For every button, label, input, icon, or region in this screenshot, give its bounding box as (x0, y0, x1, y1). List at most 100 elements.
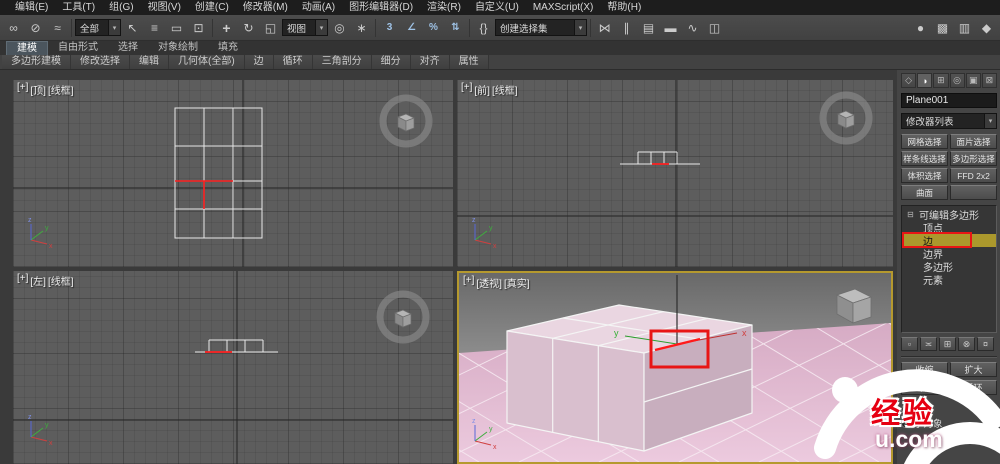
radio-icon[interactable] (901, 404, 910, 414)
ribbon-tab-freeform[interactable]: 自由形式 (48, 41, 108, 55)
angle-snap-icon[interactable]: ∠ (401, 17, 422, 38)
select-and-move-icon[interactable]: + (216, 17, 237, 38)
ribbon-toggle-icon[interactable]: ▬ (660, 17, 681, 38)
select-by-name-icon[interactable]: ≡ (144, 17, 165, 38)
spinner-snap-icon[interactable]: ⇅ (445, 17, 466, 38)
tab-create-icon[interactable]: ◇ (901, 73, 917, 88)
stack-item-edge-active[interactable]: 边 (902, 234, 996, 248)
ribbon-tab-modeling[interactable]: 建模 (6, 41, 48, 55)
viewport-front[interactable]: [+] [前] [线框] x y z (457, 80, 893, 267)
menu-group[interactable]: 组(G) (102, 0, 140, 15)
viewcube[interactable] (835, 288, 873, 324)
loop-button[interactable]: 循环 (950, 380, 997, 395)
use-pivot-center-icon[interactable]: ◎ (329, 17, 350, 38)
tab-modify-icon[interactable]: ◑ (917, 73, 933, 88)
poly-select-button[interactable]: 多边形选择 (950, 151, 997, 166)
menu-modifiers[interactable]: 修改器(M) (236, 0, 295, 15)
configure-modifier-sets-icon[interactable]: ¤ (977, 337, 994, 351)
viewport-menu-plus[interactable]: [+] (17, 273, 28, 288)
window-crossing-icon[interactable]: ⊡ (188, 17, 209, 38)
stack-item-polygon[interactable]: 多边形 (902, 260, 996, 274)
rendered-frame-window-icon[interactable]: ▥ (954, 17, 975, 38)
ribbon-panel-tris[interactable]: 三角剖分 (312, 55, 372, 69)
named-selection-sets-dropdown[interactable]: 创建选择集 ▾ (495, 19, 587, 36)
mesh-select-button[interactable]: 网格选择 (901, 134, 948, 149)
viewport-menu-plus[interactable]: [+] (461, 82, 472, 97)
modifier-list-dropdown[interactable]: 修改器列表 ▾ (901, 113, 997, 129)
edit-named-selection-sets-icon[interactable]: {} (473, 17, 494, 38)
render-production-icon[interactable]: ◆ (976, 17, 997, 38)
shrink-button[interactable]: 收缩 (901, 362, 948, 377)
viewport-menu-shading[interactable]: [线框] (48, 273, 74, 288)
viewport-menu-shading[interactable]: [线框] (48, 82, 74, 97)
selected-edges[interactable] (175, 180, 233, 209)
viewport-menu-shading[interactable]: [真实] (504, 275, 530, 290)
reference-coordinate-dropdown[interactable]: 视图 ▾ (282, 19, 328, 36)
tab-utilities-icon[interactable]: ⊠ (981, 73, 998, 88)
viewport-left[interactable]: [+] [左] [线框] x y z (13, 271, 453, 464)
ribbon-panel-modify-selection[interactable]: 修改选择 (71, 55, 130, 69)
menu-graph-editors[interactable]: 图形编辑器(D) (342, 0, 420, 15)
patch-select-button[interactable]: 面片选择 (950, 134, 997, 149)
selection-filter-dropdown[interactable]: 全部 ▾ (75, 19, 121, 36)
grow-button[interactable]: 扩大 (950, 362, 997, 377)
ribbon-panel-align[interactable]: 对齐 (410, 55, 450, 69)
menu-edit[interactable]: 编辑(E) (8, 0, 55, 15)
tab-hierarchy-icon[interactable]: ⊞ (933, 73, 949, 88)
radio-icon[interactable] (901, 418, 910, 428)
render-setup-icon[interactable]: ▩ (932, 17, 953, 38)
pin-stack-icon[interactable]: ▫ (901, 337, 918, 351)
ribbon-panel-loops[interactable]: 循环 (273, 55, 313, 69)
viewcube[interactable] (376, 290, 430, 344)
object-profile-wireframe[interactable] (620, 151, 700, 165)
curve-editor-icon[interactable]: ∿ (682, 17, 703, 38)
ribbon-tab-selection[interactable]: 选择 (108, 41, 148, 55)
ribbon-panel-edges[interactable]: 边 (244, 55, 274, 69)
tab-motion-icon[interactable]: ◎ (949, 73, 965, 88)
viewport-menu-view[interactable]: [前] (474, 82, 490, 97)
preview-disabled-option[interactable]: 禁用 (901, 402, 997, 416)
empty-button[interactable] (950, 185, 997, 200)
viewport-menu-view[interactable]: [顶] (30, 82, 46, 97)
ribbon-panel-polygon-modeling[interactable]: 多边形建模 (2, 55, 71, 69)
viewport-menu-view[interactable]: [左] (30, 273, 46, 288)
ribbon-panel-subdivision[interactable]: 细分 (371, 55, 411, 69)
viewport-menu-plus[interactable]: [+] (17, 82, 28, 97)
selection-region-icon[interactable]: ▭ (166, 17, 187, 38)
make-unique-icon[interactable]: ⊞ (939, 337, 956, 351)
select-and-rotate-icon[interactable]: ↻ (238, 17, 259, 38)
volume-select-button[interactable]: 体积选择 (901, 168, 948, 183)
stack-root-editable-poly[interactable]: ⊟ 可编辑多边形 (902, 208, 996, 222)
spline-select-button[interactable]: 样条线选择 (901, 151, 948, 166)
select-and-scale-icon[interactable]: ◱ (260, 17, 281, 38)
align-icon[interactable]: ∥ (616, 17, 637, 38)
ribbon-panel-edit[interactable]: 编辑 (130, 55, 169, 69)
viewport-perspective-active[interactable]: [+] [透视] [真实] x y x y z (457, 271, 893, 464)
select-object-icon[interactable]: ↖ (122, 17, 143, 38)
stack-item-vertex[interactable]: 顶点 (902, 221, 996, 235)
snap-toggle-3d-icon[interactable]: 3 (379, 17, 400, 38)
percent-snap-icon[interactable]: % (423, 17, 444, 38)
mirror-icon[interactable]: ⋈ (594, 17, 615, 38)
viewport-menu-plus[interactable]: [+] (463, 275, 474, 290)
viewport-menu-shading[interactable]: [线框] (492, 82, 518, 97)
material-editor-icon[interactable]: ● (910, 17, 931, 38)
menu-views[interactable]: 视图(V) (141, 0, 188, 15)
object-name-field[interactable]: Plane001 (901, 93, 997, 108)
tree-expand-icon[interactable]: ⊟ (907, 210, 916, 219)
ffd-button[interactable]: FFD 2x2 (950, 168, 997, 183)
ribbon-tab-object-paint[interactable]: 对象绘制 (148, 41, 208, 55)
preview-subobject-option[interactable]: 子对象 (901, 416, 997, 430)
unlink-selection-icon[interactable]: ⊘ (25, 17, 46, 38)
tab-display-icon[interactable]: ▣ (965, 73, 981, 88)
viewcube[interactable] (819, 91, 873, 145)
show-end-result-icon[interactable]: ≍ (920, 337, 937, 351)
stack-item-element[interactable]: 元素 (902, 273, 996, 287)
menu-help[interactable]: 帮助(H) (600, 0, 648, 15)
remove-modifier-icon[interactable]: ⊗ (958, 337, 975, 351)
plane-wireframe[interactable] (174, 107, 263, 239)
select-and-manipulate-icon[interactable]: ∗ (351, 17, 372, 38)
menu-tools[interactable]: 工具(T) (55, 0, 102, 15)
menu-animation[interactable]: 动画(A) (295, 0, 342, 15)
viewcube[interactable] (379, 94, 433, 148)
